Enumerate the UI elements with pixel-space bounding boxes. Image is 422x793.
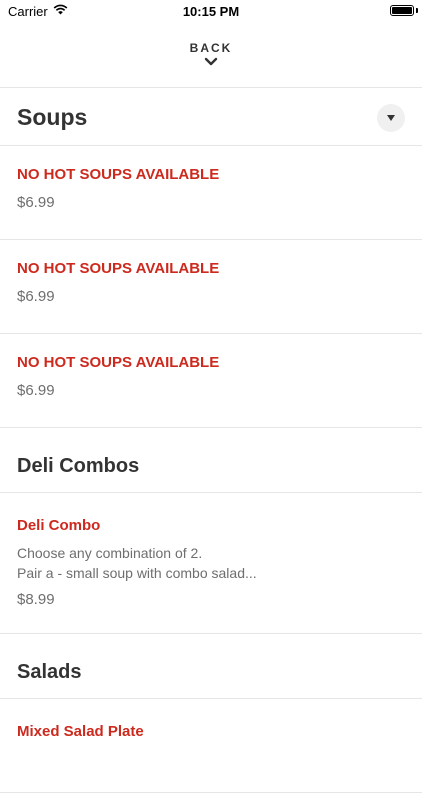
battery-icon xyxy=(390,5,414,16)
caret-down-icon xyxy=(387,115,395,121)
back-button[interactable]: BACK xyxy=(0,22,422,88)
section-title: Deli Combos xyxy=(17,455,140,477)
item-name: NO HOT SOUPS AVAILABLE xyxy=(17,354,220,371)
menu-item[interactable]: Deli Combo Choose any combination of 2. … xyxy=(0,493,422,634)
menu-item[interactable]: NO HOT SOUPS AVAILABLE $6.99 xyxy=(0,334,422,428)
item-price: $6.99 xyxy=(17,194,55,211)
item-price: $6.99 xyxy=(17,382,55,399)
back-label: BACK xyxy=(189,41,233,55)
battery-tip xyxy=(416,8,418,13)
section-title: Salads xyxy=(17,661,82,683)
item-price: $6.99 xyxy=(17,288,55,305)
item-price: $8.99 xyxy=(17,591,55,608)
clock: 10:15 PM xyxy=(182,4,240,19)
section-title: Soups xyxy=(17,104,88,130)
collapse-button[interactable] xyxy=(377,104,405,132)
item-description: Choose any combination of 2. Pair a - sm… xyxy=(17,545,257,581)
status-bar: Carrier 10:15 PM xyxy=(0,0,422,22)
menu-item[interactable]: NO HOT SOUPS AVAILABLE $6.99 xyxy=(0,146,422,240)
section-header-soups[interactable]: Soups xyxy=(0,89,422,146)
section-header-deli-combos[interactable]: Deli Combos xyxy=(0,428,422,493)
item-name: NO HOT SOUPS AVAILABLE xyxy=(17,166,220,183)
item-name: Mixed Salad Plate xyxy=(17,723,144,740)
menu-list: Soups NO HOT SOUPS AVAILABLE $6.99 NO HO… xyxy=(0,89,422,793)
chevron-down-icon xyxy=(204,57,218,66)
item-name: NO HOT SOUPS AVAILABLE xyxy=(17,260,220,277)
menu-item[interactable]: Mixed Salad Plate xyxy=(0,699,422,793)
menu-item[interactable]: NO HOT SOUPS AVAILABLE $6.99 xyxy=(0,240,422,334)
item-name: Deli Combo xyxy=(17,517,101,534)
section-header-salads[interactable]: Salads xyxy=(0,634,422,699)
